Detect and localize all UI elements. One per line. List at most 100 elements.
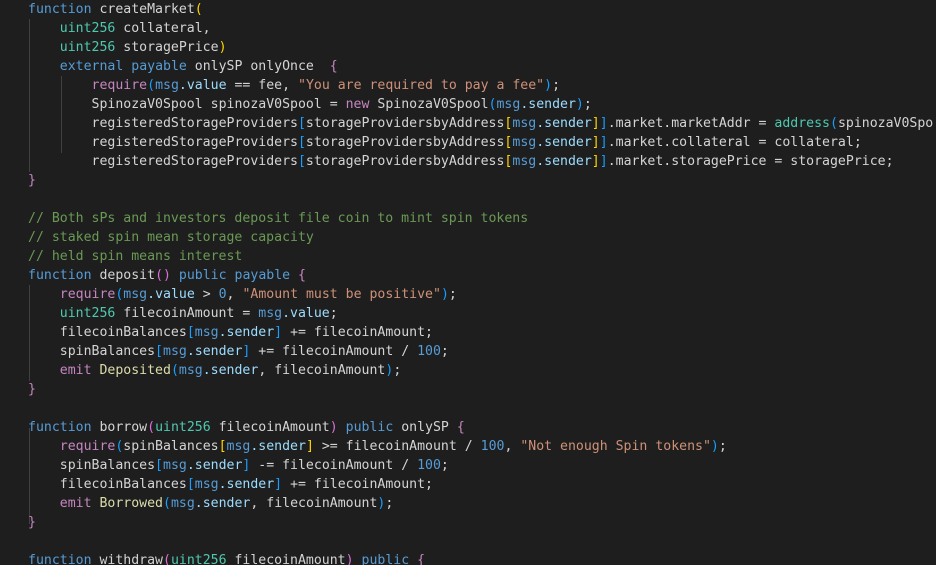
code-token: ; xyxy=(393,363,402,378)
code-token: "You are required to pay a fee" xyxy=(298,78,545,93)
code-line[interactable]: uint256 collateral, xyxy=(0,19,936,38)
code-token: msg xyxy=(163,458,187,473)
code-line[interactable]: spinBalances[msg.sender] -= filecoinAmou… xyxy=(0,456,936,475)
code-line[interactable]: } xyxy=(0,171,936,190)
code-token: uint256 xyxy=(170,553,227,565)
code-token: createMarket xyxy=(99,2,195,17)
code-token: { xyxy=(298,268,306,283)
code-token: ] xyxy=(305,439,314,454)
code-line[interactable]: uint256 filecoinAmount = msg.value; xyxy=(0,304,936,323)
code-editor[interactable]: function createMarket( uint256 collatera… xyxy=(0,0,936,565)
code-token: function xyxy=(28,420,92,435)
code-line[interactable]: registeredStorageProviders[storageProvid… xyxy=(0,133,936,152)
code-line[interactable] xyxy=(0,399,936,418)
code-token: function xyxy=(28,553,92,565)
code-line[interactable]: function deposit() public payable { xyxy=(0,266,936,285)
code-token: .sender xyxy=(186,458,243,473)
editor-code-surface[interactable]: function createMarket( uint256 collatera… xyxy=(0,0,936,565)
code-token: spinozaV0Spo xyxy=(837,116,934,131)
code-token: ] xyxy=(591,116,600,131)
code-line[interactable]: } xyxy=(0,513,936,532)
code-line[interactable]: filecoinBalances[msg.sender] += filecoin… xyxy=(0,475,936,494)
code-line[interactable]: uint256 storagePrice) xyxy=(0,38,936,57)
code-line[interactable]: function borrow(uint256 filecoinAmount) … xyxy=(0,418,936,437)
code-token: registeredStorageProviders xyxy=(91,116,298,131)
code-token: public xyxy=(361,553,410,565)
code-token: 0 xyxy=(218,287,227,302)
code-token: [ xyxy=(186,477,195,492)
code-line[interactable]: filecoinBalances[msg.sender] += filecoin… xyxy=(0,323,936,342)
code-token: registeredStorageProviders xyxy=(91,135,298,150)
code-line[interactable]: require(msg.value > 0, "Amount must be p… xyxy=(0,285,936,304)
code-token: .sender xyxy=(536,135,592,150)
code-line[interactable]: emit Deposited(msg.sender, filecoinAmoun… xyxy=(0,361,936,380)
code-token: ] xyxy=(599,154,608,169)
code-token: storageProvidersbyAddress xyxy=(305,116,505,131)
code-token: += filecoinAmount; xyxy=(282,477,433,492)
code-token: ( xyxy=(163,496,171,511)
code-line[interactable]: // held spin means interest xyxy=(0,247,936,266)
code-token: // staked spin mean storage capacity xyxy=(28,230,314,245)
code-token: { xyxy=(456,420,465,435)
code-token: ; xyxy=(718,439,727,454)
code-token: msg xyxy=(155,78,179,93)
code-token: uint256 xyxy=(59,21,116,36)
code-line[interactable]: spinBalances[msg.sender] += filecoinAmou… xyxy=(0,342,936,361)
code-line[interactable]: // Both sPs and investors deposit file c… xyxy=(0,209,936,228)
code-token: -= filecoinAmount / xyxy=(250,458,418,473)
code-token: .sender xyxy=(202,363,259,378)
code-line[interactable]: function createMarket( xyxy=(0,0,936,19)
code-token: .sender xyxy=(186,344,243,359)
code-token: , xyxy=(504,439,521,454)
code-line[interactable]: SpinozaV0Spool spinozaV0Spool = new Spin… xyxy=(0,95,936,114)
code-token: msg xyxy=(170,496,195,511)
code-token: collateral, xyxy=(115,21,211,36)
code-token: emit xyxy=(59,496,92,511)
code-line[interactable]: } xyxy=(0,380,936,399)
code-token: ( xyxy=(194,2,203,17)
code-line[interactable] xyxy=(0,532,936,551)
code-token: ] xyxy=(599,135,608,150)
code-line[interactable]: external payable onlySP onlyOnce { xyxy=(0,57,936,76)
code-token: ) xyxy=(440,287,449,302)
code-token: .market.collateral = collateral; xyxy=(607,135,862,150)
code-token: , filecoinAmount xyxy=(258,363,386,378)
code-lines-container[interactable]: function createMarket( uint256 collatera… xyxy=(0,0,936,565)
code-line[interactable]: registeredStorageProviders[storageProvid… xyxy=(0,114,936,133)
code-line[interactable]: registeredStorageProviders[storageProvid… xyxy=(0,152,936,171)
code-line[interactable]: function withdraw(uint256 filecoinAmount… xyxy=(0,551,936,565)
code-token: public xyxy=(178,268,227,283)
code-line[interactable] xyxy=(0,190,936,209)
code-token: Deposited xyxy=(99,363,171,378)
code-token: [ xyxy=(297,154,306,169)
code-token: public xyxy=(345,420,394,435)
code-token: storageProvidersbyAddress xyxy=(305,135,505,150)
code-token: require xyxy=(59,287,116,302)
code-token: ] xyxy=(274,477,283,492)
code-token: borrow xyxy=(91,420,148,435)
code-token: .sender xyxy=(250,439,306,454)
code-line[interactable]: require(spinBalances[msg.sender] >= file… xyxy=(0,437,936,456)
code-token: [ xyxy=(297,135,306,150)
code-line[interactable]: // staked spin mean storage capacity xyxy=(0,228,936,247)
code-token: [ xyxy=(155,344,163,359)
code-token: msg xyxy=(258,306,283,321)
code-line[interactable]: require(msg.value == fee, "You are requi… xyxy=(0,76,936,95)
code-token: ) xyxy=(710,439,719,454)
code-token: 100 xyxy=(480,439,505,454)
code-token: "Not enough Spin tokens" xyxy=(520,439,711,454)
code-token: ( xyxy=(147,420,156,435)
code-line[interactable]: emit Borrowed(msg.sender, filecoinAmount… xyxy=(0,494,936,513)
code-token: ] xyxy=(591,154,600,169)
code-token: onlySP xyxy=(393,420,457,435)
